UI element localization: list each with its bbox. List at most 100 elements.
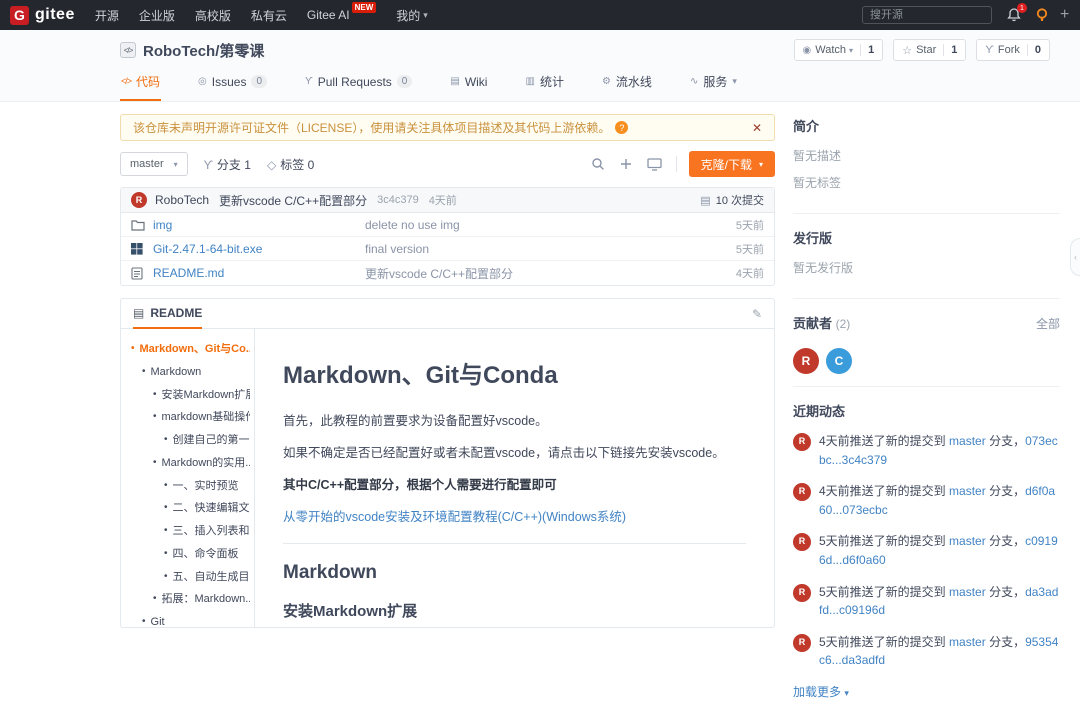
commit-hash-link[interactable]: 3c4c379 — [377, 194, 419, 206]
navbar-right: 1 + — [862, 6, 1074, 24]
avatar[interactable]: R — [793, 584, 811, 602]
toc-item[interactable]: •三、插入列表和... — [131, 525, 250, 539]
toc-item[interactable]: •安装Markdown扩展 — [131, 389, 250, 403]
plus-icon[interactable]: + — [1060, 6, 1074, 24]
no-description-text: 暂无描述 — [793, 147, 1060, 164]
gitee-logo[interactable]: G gitee — [10, 6, 75, 25]
action-count: 1 — [860, 44, 874, 56]
file-name-link[interactable]: README.md — [153, 266, 365, 280]
file-name-link[interactable]: img — [153, 218, 365, 232]
branch-selector[interactable]: master ▾ — [120, 152, 188, 176]
global-search-input[interactable] — [862, 6, 992, 24]
navbar-menu-item[interactable]: Gitee AINEW — [307, 8, 376, 22]
bullet-icon: • — [153, 411, 157, 425]
file-row[interactable]: img delete no use img 5天前 — [121, 213, 774, 237]
repo-action-button[interactable]: Fork 0 — [976, 39, 1050, 61]
activity-item: R 5天前推送了新的提交到 master 分支，c09196d...d6f0a6… — [793, 532, 1060, 569]
new-file-icon[interactable] — [619, 157, 633, 171]
toc-item[interactable]: •Markdown的实用... — [131, 457, 250, 471]
activity-item: R 5天前推送了新的提交到 master 分支，da3adfd...c09196… — [793, 583, 1060, 620]
file-commit-message-link[interactable]: 更新vscode C/C++配置部分 — [365, 265, 726, 282]
toc-item[interactable]: •创建自己的第一... — [131, 434, 250, 448]
repo-tab[interactable]: Issues0 — [197, 68, 268, 101]
activity-prefix: 5天前推送了新的提交到 — [819, 534, 946, 548]
help-icon[interactable]: ? — [615, 121, 628, 134]
avatar[interactable]: R — [793, 634, 811, 652]
file-name-link[interactable]: Git-2.47.1-64-bit.exe — [153, 242, 365, 256]
toc-item[interactable]: •拓展：Markdown... — [131, 593, 250, 607]
toc-item-label: 四、命令面板 — [173, 548, 239, 562]
web-ide-icon[interactable] — [647, 158, 662, 171]
close-icon[interactable]: ✕ — [752, 121, 762, 135]
tab-icon — [198, 76, 207, 87]
branches-link[interactable]: 分支 1 — [204, 156, 251, 173]
file-updated-time: 4天前 — [736, 265, 764, 281]
commits-count-label: 10 次提交 — [716, 192, 764, 208]
bell-icon[interactable]: 1 — [1006, 7, 1022, 23]
contributors-all-link[interactable]: 全部 — [1036, 315, 1060, 332]
toc-item-label: Markdown、Git与Co... — [140, 343, 250, 357]
avatar[interactable]: C — [826, 348, 852, 374]
branch-link[interactable]: master — [949, 534, 986, 548]
load-more-link[interactable]: 加载更多 ▾ — [793, 685, 849, 699]
toc-item[interactable]: •五、自动生成目... — [131, 571, 250, 585]
avatar[interactable]: R — [793, 483, 811, 501]
navbar-menu-item[interactable]: 企业版 — [139, 7, 175, 24]
commit-message-link[interactable]: 更新vscode C/C++配置部分 — [219, 192, 367, 209]
edit-icon[interactable] — [752, 307, 762, 321]
navbar-menu-item[interactable]: 私有云 — [251, 7, 287, 24]
branch-link[interactable]: master — [949, 484, 986, 498]
avatar[interactable]: R — [793, 348, 819, 374]
navbar-menu-item[interactable]: 我的▾ — [396, 7, 428, 24]
repo-tab[interactable]: Pull Requests0 — [304, 68, 413, 101]
page-title: RoboTech/第零课 — [143, 40, 264, 61]
toc-item[interactable]: •一、实时预览 — [131, 480, 250, 494]
repo-tab[interactable]: 流水线 — [601, 68, 653, 101]
repo-tab[interactable]: 代码 — [120, 68, 161, 101]
file-type-icon — [131, 243, 147, 255]
readme-link[interactable]: 从零开始的vscode安装及环境配置教程(C/C++)(Windows系统) — [283, 510, 626, 524]
file-row[interactable]: README.md 更新vscode C/C++配置部分 4天前 — [121, 261, 774, 285]
repo-tab[interactable]: 服务▾ — [689, 68, 738, 101]
chevron-down-icon: ▾ — [423, 10, 428, 21]
search-file-icon[interactable] — [591, 157, 605, 171]
branch-link[interactable]: master — [949, 635, 986, 649]
avatar[interactable]: R — [793, 533, 811, 551]
file-commit-message-link[interactable]: delete no use img — [365, 218, 726, 232]
activity-list: R 4天前推送了新的提交到 master 分支，073ecbc...3c4c37… — [793, 432, 1060, 670]
gitee-logo-icon: G — [10, 6, 29, 25]
navbar-menu-item[interactable]: 开源 — [95, 7, 119, 24]
activity-mid: 分支， — [989, 635, 1025, 649]
avatar[interactable]: R — [131, 192, 147, 208]
chevron-down-icon: ▾ — [849, 46, 853, 55]
toc-item[interactable]: •四、命令面板 — [131, 548, 250, 562]
commit-author[interactable]: RoboTech — [155, 193, 209, 207]
assistant-lamp-icon[interactable] — [1034, 7, 1050, 23]
toc-item[interactable]: •Markdown — [131, 366, 250, 380]
file-commit-message-link[interactable]: final version — [365, 242, 726, 256]
toc-item[interactable]: •Git — [131, 616, 250, 627]
toc-item[interactable]: •Markdown、Git与Co... — [131, 343, 250, 357]
repo-tab[interactable]: Wiki — [449, 68, 488, 101]
navbar-menu-label: 高校版 — [195, 7, 231, 24]
toc-item-label: 拓展：Markdown... — [162, 593, 250, 607]
branch-icon — [204, 158, 217, 172]
repo-action-button[interactable]: Star1 — [893, 39, 966, 61]
repo-tab[interactable]: 统计 — [524, 68, 564, 101]
branch-toolbar: master ▾ 分支 1 标签 0 克隆/下载 ▾ — [120, 151, 775, 177]
commits-count-link[interactable]: 10 次提交 — [700, 192, 764, 208]
tab-icon — [602, 76, 611, 87]
branch-link[interactable]: master — [949, 434, 986, 448]
file-row[interactable]: Git-2.47.1-64-bit.exe final version 5天前 — [121, 237, 774, 261]
navbar-menu-item[interactable]: 高校版 — [195, 7, 231, 24]
readme-tab[interactable]: README — [133, 299, 202, 329]
clone-download-button[interactable]: 克隆/下载 ▾ — [689, 151, 775, 177]
toc-item[interactable]: •markdown基础操作 — [131, 411, 250, 425]
repo-action-button[interactable]: Watch▾1 — [794, 39, 884, 61]
action-count: 0 — [1027, 44, 1041, 56]
action-label: Fork — [998, 44, 1020, 56]
toc-item[interactable]: •二、快速编辑文... — [131, 502, 250, 516]
activity-prefix: 5天前推送了新的提交到 — [819, 635, 946, 649]
tags-link[interactable]: 标签 0 — [267, 156, 314, 173]
avatar[interactable]: R — [793, 433, 811, 451]
